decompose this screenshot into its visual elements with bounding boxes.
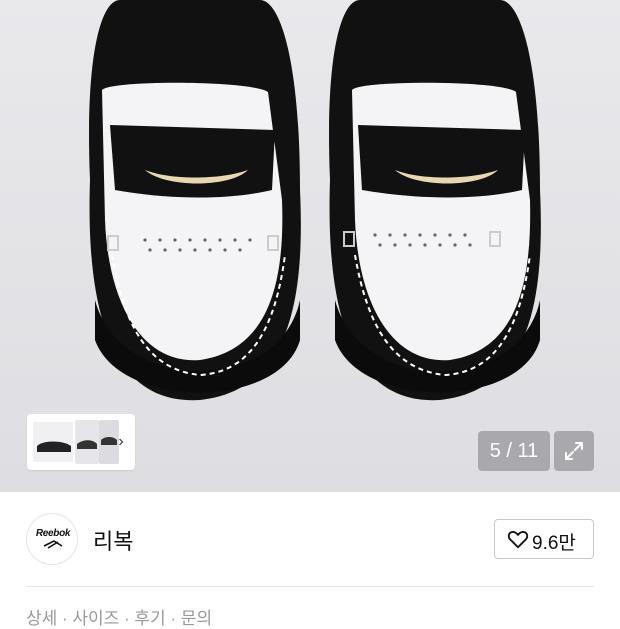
heart-icon (507, 531, 529, 549)
brand-name[interactable]: 리복 (93, 524, 133, 556)
thumbnail-strip[interactable]: › (27, 414, 135, 470)
brand-logo[interactable]: Reebok (26, 513, 78, 565)
expand-icon (565, 442, 583, 460)
chevron-right-icon[interactable]: › (113, 432, 129, 452)
thumbnail-1[interactable] (31, 420, 75, 464)
reebok-vector-icon (43, 540, 63, 549)
like-button[interactable]: 9.6만 (494, 519, 594, 559)
divider (26, 586, 594, 587)
product-image-gallery[interactable]: › 5 / 11 (0, 0, 620, 492)
like-count: 9.6만 (532, 533, 576, 554)
image-counter: 5 / 11 (478, 431, 550, 471)
detail-tabs-partial[interactable]: 상세 · 사이즈 · 후기 · 문의 (26, 604, 212, 629)
thumbnail-2[interactable] (75, 420, 99, 464)
expand-button[interactable] (554, 431, 594, 471)
